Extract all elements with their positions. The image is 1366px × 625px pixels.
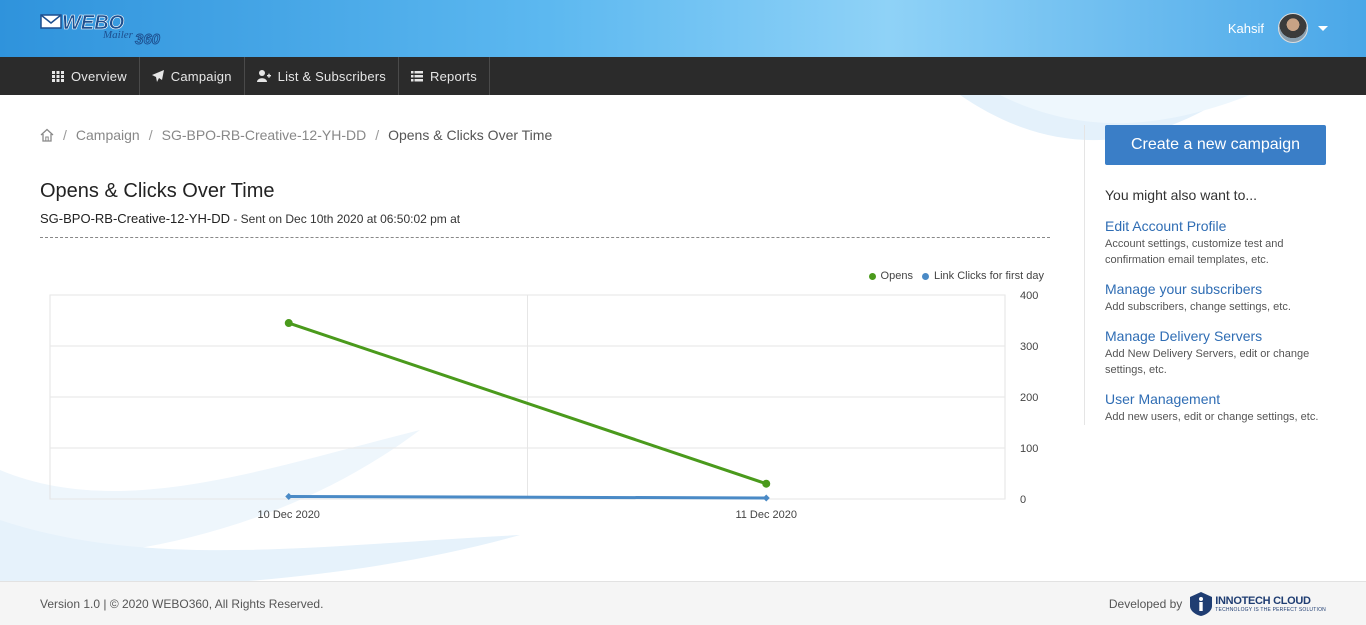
nav-list-subscribers[interactable]: List & Subscribers (245, 57, 400, 95)
chart-plot: 0 100 200 300 400 10 Dec 2020 11 Dec 2020 (49, 290, 1038, 521)
legend-item-clicks[interactable]: Link Clicks for first day (921, 270, 1044, 282)
link-description: Account settings, customize test and con… (1105, 238, 1284, 266)
developer-name: INNOTECH CLOUD (1215, 595, 1311, 607)
link-manage-delivery-servers[interactable]: Manage Delivery Servers (1105, 328, 1262, 344)
page-title: Opens & Clicks Over Time (40, 180, 275, 202)
breadcrumb-separator: / (148, 127, 153, 143)
sidebar: Create a new campaign You might also wan… (1084, 125, 1344, 425)
breadcrumb-separator: / (63, 127, 67, 143)
sidebar-heading: You might also want to... (1105, 187, 1258, 203)
legend-dot-clicks (921, 272, 929, 280)
link-description: Add New Delivery Servers, edit or change… (1105, 348, 1310, 376)
footer-copyright: Version 1.0 | © 2020 WEBO360, All Rights… (40, 597, 324, 611)
footer-developer: Developed by INNOTECH CLOUD TECHNOLOGY I… (1109, 592, 1326, 616)
link-manage-subscribers[interactable]: Manage your subscribers (1105, 281, 1262, 297)
data-point-link-clicks (762, 494, 770, 502)
legend-item-opens[interactable]: Opens (868, 270, 913, 282)
y-tick-label: 400 (1020, 290, 1038, 302)
caret-down-icon (1318, 25, 1328, 31)
breadcrumb-current: Opens & Clicks Over Time (388, 127, 553, 143)
nav-overview[interactable]: Overview (40, 57, 140, 95)
x-tick-label: 11 Dec 2020 (735, 509, 797, 521)
data-point-opens (762, 479, 771, 488)
innotech-shield-icon (1190, 592, 1213, 616)
developer-tagline: TECHNOLOGY IS THE PERFECT SOLUTION (1215, 607, 1326, 613)
top-header: WEBO Mailer 360 Kahsif (0, 0, 1366, 57)
main-nav: Overview Campaign List & Subscribers Rep… (0, 57, 1366, 95)
campaign-subtitle: SG-BPO-RB-Creative-12-YH-DD - Sent on De… (40, 211, 460, 226)
y-tick-label: 100 (1020, 443, 1038, 455)
series-line-link-clicks (288, 494, 767, 500)
data-point-opens (284, 319, 293, 328)
link-description: Add new users, edit or change settings, … (1105, 411, 1319, 423)
link-user-management[interactable]: User Management (1105, 391, 1220, 407)
home-icon[interactable] (40, 128, 54, 142)
nav-label: Reports (430, 68, 477, 84)
legend-label-clicks: Link Clicks for first day (933, 270, 1044, 282)
nav-label: List & Subscribers (277, 68, 387, 84)
webo-logo[interactable]: WEBO Mailer 360 (40, 10, 170, 48)
logo-sub: Mailer (102, 29, 134, 41)
breadcrumb-campaign[interactable]: Campaign (76, 127, 140, 143)
y-tick-label: 200 (1020, 392, 1038, 404)
x-tick-label: 10 Dec 2020 (258, 509, 320, 521)
avatar (1278, 13, 1308, 43)
innotech-logo[interactable]: INNOTECH CLOUD TECHNOLOGY IS THE PERFECT… (1190, 592, 1326, 616)
grid-icon (52, 70, 64, 82)
campaign-name: SG-BPO-RB-Creative-12-YH-DD (40, 211, 230, 226)
legend-dot-opens (868, 272, 876, 280)
y-tick-label: 0 (1020, 494, 1026, 506)
developed-by-label: Developed by (1108, 597, 1183, 611)
y-tick-label: 300 (1020, 341, 1038, 353)
logo-num: 360 (135, 31, 161, 48)
user-name: Kahsif (1227, 20, 1264, 36)
user-menu[interactable]: Kahsif (1228, 11, 1328, 45)
link-edit-account-profile[interactable]: Edit Account Profile (1105, 218, 1226, 234)
sent-info: - Sent on Dec 10th 2020 at 06:50:02 pm a… (229, 212, 461, 226)
opens-clicks-chart: Opens Link Clicks for first day 0 100 200 3… (40, 262, 1060, 532)
nav-label: Campaign (170, 68, 232, 84)
link-description: Add subscribers, change settings, etc. (1105, 301, 1291, 313)
divider (40, 237, 1050, 238)
user-plus-icon (256, 70, 271, 82)
paper-plane-icon (151, 70, 164, 82)
breadcrumb: / Campaign / SG-BPO-RB-Creative-12-YH-DD… (40, 127, 552, 143)
chart-legend: Opens Link Clicks for first day (860, 270, 1044, 282)
list-icon (411, 70, 424, 81)
breadcrumb-campaign-name[interactable]: SG-BPO-RB-Creative-12-YH-DD (162, 127, 367, 143)
breadcrumb-separator: / (375, 127, 380, 143)
nav-campaign[interactable]: Campaign (140, 57, 245, 95)
footer: Version 1.0 | © 2020 WEBO360, All Rights… (0, 581, 1366, 625)
create-campaign-button[interactable]: Create a new campaign (1105, 125, 1326, 165)
nav-label: Overview (71, 68, 127, 84)
legend-label-opens: Opens (880, 270, 913, 282)
nav-reports[interactable]: Reports (399, 57, 490, 95)
